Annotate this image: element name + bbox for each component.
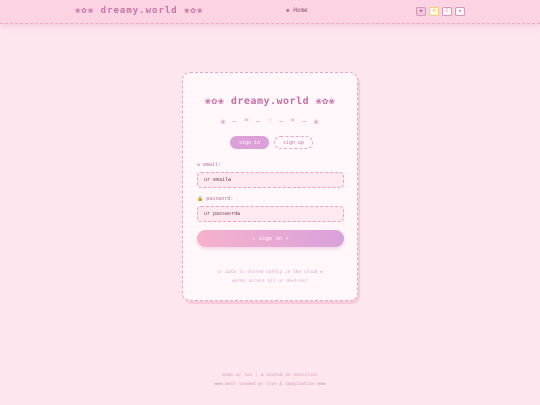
- nav-home-link[interactable]: ❀ Home: [286, 7, 308, 14]
- auth-tabs: sign in sign up: [230, 136, 313, 149]
- sign-in-button[interactable]: ✧ sign in ✧: [197, 230, 344, 247]
- theme-switcher: ◆ ☀ ☾ ★: [416, 7, 465, 16]
- top-navbar: ❀✿❀ dreamy.world ❀✿❀ ❀ Home ◆ ☀ ☾ ★: [0, 0, 540, 24]
- theme-button-diamond[interactable]: ◆: [416, 7, 426, 16]
- password-label: 🔒 password:: [197, 196, 234, 202]
- cloud-note: ur data is stored safely in the cloud ❀: [217, 270, 323, 275]
- footer-hosted-link[interactable]: ❀ hosted on neocities: [261, 373, 318, 378]
- theme-button-sun[interactable]: ☀: [429, 7, 439, 16]
- tab-sign-in[interactable]: sign in: [230, 136, 269, 149]
- theme-button-moon[interactable]: ☾: [442, 7, 452, 16]
- theme-button-star[interactable]: ★: [455, 7, 465, 16]
- tab-sign-up[interactable]: sign up: [274, 136, 313, 149]
- email-label: ✉ email:: [197, 162, 222, 168]
- footer-credits: made w/ luv | ❀ hosted on neocities: [0, 373, 540, 378]
- site-brand[interactable]: ❀✿❀ dreamy.world ❀✿❀: [75, 6, 203, 16]
- email-field[interactable]: ur email✿: [197, 172, 344, 188]
- card-title: ❀✿❀ dreamy.world ❀✿❀: [204, 96, 336, 107]
- footer-separator: |: [255, 373, 258, 378]
- password-field[interactable]: ur password✿: [197, 206, 344, 222]
- decorative-divider: ❀ ~ * ~ ♡ ~ * ~ ❀: [220, 117, 320, 126]
- footer-tagline: ❀❀❀ best viewed w/ love & imagination ❀❀…: [214, 382, 326, 387]
- auth-card: ❀✿❀ dreamy.world ❀✿❀ ❀ ~ * ~ ♡ ~ * ~ ❀ s…: [182, 72, 358, 301]
- devices-note: works across all ur devices!: [232, 279, 308, 284]
- footer-made-with: made w/ luv: [222, 373, 253, 378]
